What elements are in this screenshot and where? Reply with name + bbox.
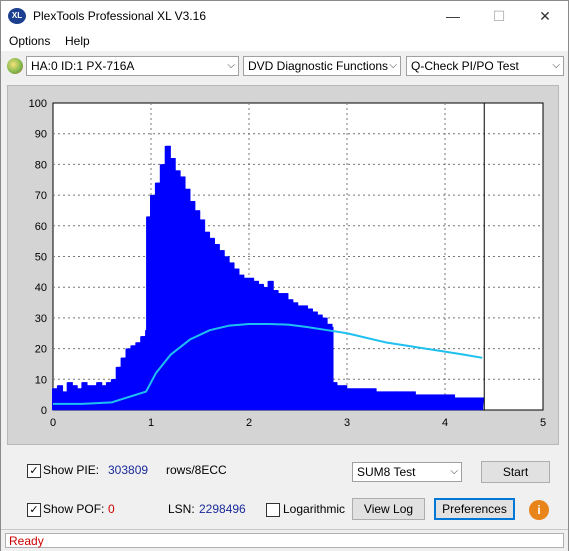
title-bar: XL PlexTools Professional XL V3.16 — ☐ ✕ (1, 1, 568, 31)
x-tick-label: 0 (50, 417, 56, 429)
y-tick-label: 70 (35, 190, 47, 202)
y-tick-label: 10 (35, 374, 47, 386)
x-tick-label: 5 (540, 417, 546, 429)
drive-select-value: HA:0 ID:1 PX-716A (31, 59, 135, 73)
maximize-icon: ☐ (492, 8, 506, 24)
chevron-down-icon: ⌵ (552, 60, 560, 71)
chevron-down-icon: ⌵ (389, 60, 397, 71)
status-field: Ready (5, 533, 564, 548)
x-tick-label: 3 (344, 417, 350, 429)
minimize-icon: — (446, 8, 460, 24)
minimize-button[interactable]: — (430, 1, 476, 31)
y-tick-label: 100 (29, 98, 47, 110)
test-select[interactable]: Q-Check PI/PO Test ⌵ (406, 56, 564, 76)
lsn-label: LSN: (168, 502, 195, 516)
y-tick-label: 60 (35, 221, 47, 233)
y-tick-label: 90 (35, 129, 47, 141)
drive-icon (7, 58, 23, 74)
plextools-logo-icon: XL (8, 8, 26, 24)
close-button[interactable]: ✕ (522, 1, 568, 31)
y-tick-label: 0 (41, 405, 47, 417)
x-tick-label: 1 (148, 417, 154, 429)
show-pof-label: Show POF: (43, 502, 105, 516)
x-tick-label: 2 (246, 417, 252, 429)
logarithmic-label: Logarithmic (283, 502, 346, 516)
pie-unit: rows/8ECC (166, 463, 227, 477)
show-pie-label: Show PIE: (43, 463, 100, 477)
close-icon: ✕ (539, 8, 551, 24)
x-tick-label: 4 (442, 417, 448, 429)
start-button[interactable]: Start (481, 461, 550, 483)
drive-select[interactable]: HA:0 ID:1 PX-716A ⌵ (26, 56, 239, 76)
status-text: Ready (9, 534, 44, 548)
pi-po-chart: 0 10 20 30 40 50 60 70 80 90 100 0 1 2 3 4 5 (29, 98, 546, 429)
function-select[interactable]: DVD Diagnostic Functions ⌵ (243, 56, 401, 76)
chevron-down-icon: ⌵ (450, 466, 458, 477)
test-select-value: Q-Check PI/PO Test (411, 59, 519, 73)
toolbar: HA:0 ID:1 PX-716A ⌵ DVD Diagnostic Funct… (1, 52, 568, 82)
menu-options[interactable]: Options (9, 34, 50, 48)
chevron-down-icon: ⌵ (227, 60, 235, 71)
lsn-value: 2298496 (199, 502, 246, 516)
window-title: PlexTools Professional XL V3.16 (33, 9, 206, 23)
y-tick-label: 50 (35, 252, 47, 264)
show-pie-checkbox[interactable]: ✓ (27, 464, 41, 478)
maximize-button[interactable]: ☐ (476, 1, 522, 31)
chart-frame: 0 10 20 30 40 50 60 70 80 90 100 0 1 2 3 4 5 (7, 85, 559, 445)
pie-value: 303809 (108, 463, 149, 477)
app-window: XL PlexTools Professional XL V3.16 — ☐ ✕… (0, 0, 569, 551)
function-select-value: DVD Diagnostic Functions (248, 59, 389, 73)
menu-bar: Options Help (1, 31, 568, 51)
sum8-test-select-value: SUM8 Test (357, 465, 416, 479)
preferences-button[interactable]: Preferences (434, 498, 515, 520)
y-tick-label: 40 (35, 282, 47, 294)
logarithmic-checkbox[interactable] (266, 503, 280, 517)
menu-help[interactable]: Help (65, 34, 90, 48)
status-bar: Ready (1, 529, 568, 551)
pof-value: 0 (108, 502, 115, 516)
view-log-button[interactable]: View Log (352, 498, 425, 520)
info-button[interactable]: i (529, 500, 549, 520)
y-tick-label: 80 (35, 159, 47, 171)
sum8-test-select[interactable]: SUM8 Test ⌵ (352, 462, 462, 482)
y-tick-label: 20 (35, 344, 47, 356)
y-tick-label: 30 (35, 313, 47, 325)
show-pof-checkbox[interactable]: ✓ (27, 503, 41, 517)
info-icon: i (537, 503, 541, 517)
